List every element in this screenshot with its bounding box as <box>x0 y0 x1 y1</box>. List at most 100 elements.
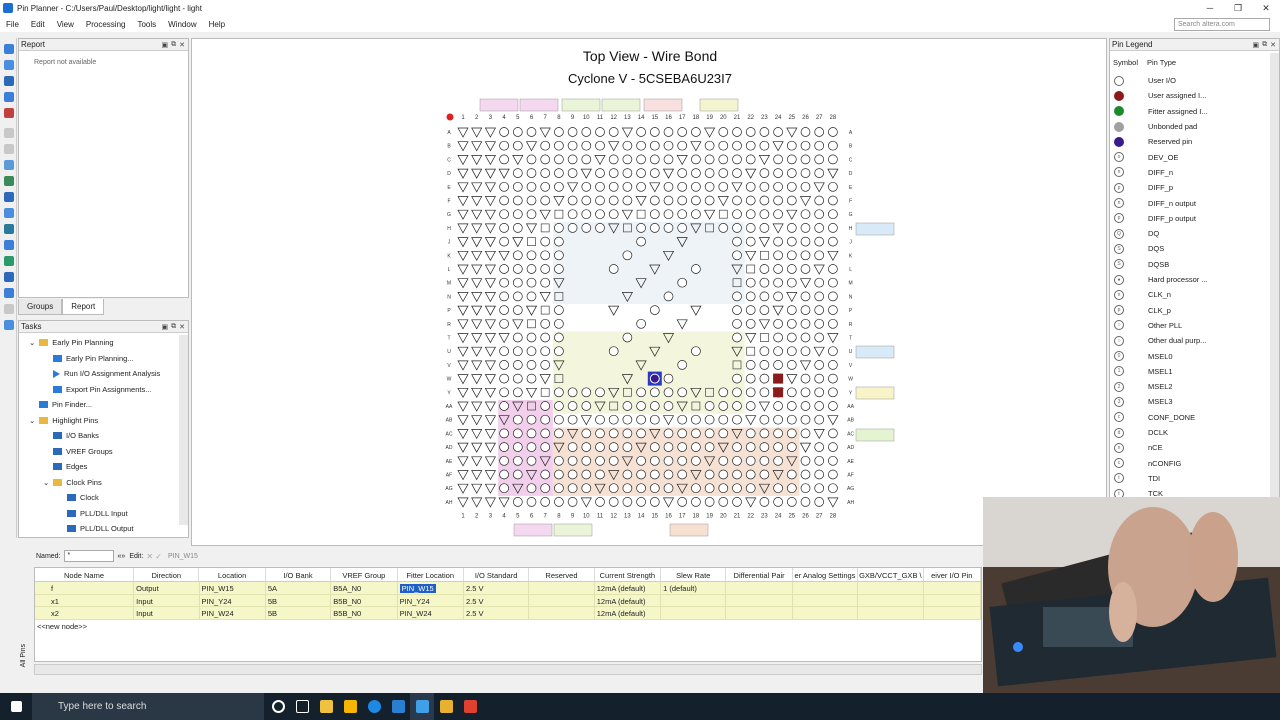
task-item[interactable]: I/O Banks <box>19 428 179 444</box>
io-pin[interactable] <box>499 455 509 466</box>
io-pin[interactable] <box>499 387 509 398</box>
io-pin[interactable] <box>759 168 770 178</box>
io-pin[interactable] <box>786 497 797 507</box>
io-pin[interactable] <box>814 209 825 220</box>
column-header[interactable]: Fitter Location <box>398 568 464 581</box>
io-pin[interactable] <box>759 127 770 137</box>
power-pin[interactable] <box>457 429 469 440</box>
minimize-button[interactable]: ─ <box>1196 3 1224 13</box>
io-pin[interactable] <box>581 442 592 452</box>
io-pin[interactable] <box>512 360 523 370</box>
io-pin[interactable] <box>828 209 838 220</box>
io-pin[interactable] <box>814 168 825 178</box>
power-pin[interactable] <box>553 196 565 207</box>
io-pin[interactable] <box>718 387 729 398</box>
io-pin[interactable] <box>773 277 783 288</box>
io-pin[interactable] <box>636 469 646 480</box>
io-pin[interactable] <box>732 223 742 233</box>
io-pin[interactable] <box>540 469 551 480</box>
power-pin[interactable] <box>471 168 483 179</box>
io-pin[interactable] <box>814 291 825 302</box>
io-pin[interactable] <box>663 140 674 151</box>
io-pin[interactable] <box>814 469 825 480</box>
io-pin[interactable] <box>499 305 509 315</box>
io-pin[interactable] <box>581 455 592 466</box>
io-pin[interactable] <box>540 250 551 261</box>
io-pin[interactable] <box>595 469 605 480</box>
io-pin[interactable] <box>499 195 509 206</box>
named-input[interactable]: * <box>63 550 114 562</box>
io-pin[interactable] <box>649 209 660 220</box>
io-pin[interactable] <box>567 414 578 425</box>
io-pin[interactable] <box>526 127 537 137</box>
io-pin[interactable] <box>499 181 509 192</box>
power-pin[interactable] <box>827 168 839 179</box>
io-pin[interactable] <box>581 469 592 480</box>
cell-slew[interactable] <box>661 607 727 619</box>
io-pin[interactable] <box>512 373 523 384</box>
io-pin[interactable] <box>828 373 838 384</box>
power-pin[interactable] <box>731 182 743 193</box>
cell-location[interactable]: PIN_W15 <box>200 582 266 594</box>
cell-current[interactable]: 12mA (default) <box>595 582 662 594</box>
power-pin[interactable] <box>457 237 469 248</box>
io-pin[interactable] <box>732 414 742 425</box>
io-pin[interactable] <box>814 127 825 137</box>
io-pin[interactable] <box>512 250 523 261</box>
cell-node[interactable]: f <box>35 582 135 594</box>
cell-reserved[interactable] <box>529 594 595 606</box>
column-header[interactable]: eiver I/O Pin <box>924 568 981 581</box>
io-pin[interactable] <box>786 360 797 370</box>
legend-row[interactable]: o DEV_OE <box>1110 150 1270 165</box>
io-bank-tag[interactable] <box>699 98 739 112</box>
highlight-icon[interactable] <box>4 160 14 170</box>
io-pin[interactable] <box>800 223 811 233</box>
power-pin[interactable] <box>690 141 702 152</box>
io-pin[interactable] <box>608 497 619 507</box>
io-pin[interactable] <box>704 469 715 480</box>
io-pin[interactable] <box>759 223 770 233</box>
io-pin[interactable] <box>732 209 742 220</box>
io-pin[interactable] <box>704 154 715 165</box>
io-pin[interactable] <box>499 346 509 357</box>
menu-tools[interactable]: Tools <box>131 20 162 29</box>
io-pin[interactable] <box>554 414 564 425</box>
cell-reserved[interactable] <box>529 582 595 594</box>
io-pin[interactable] <box>663 223 674 233</box>
power-pin[interactable] <box>484 182 496 193</box>
power-pin[interactable] <box>471 292 483 303</box>
task-item[interactable]: Run I/O Assignment Analysis <box>19 366 179 382</box>
power-pin[interactable] <box>758 319 770 330</box>
power-pin[interactable] <box>484 237 496 248</box>
io-pin[interactable] <box>677 277 688 288</box>
io-pin[interactable] <box>800 483 811 494</box>
io-pin[interactable] <box>800 387 811 398</box>
io-pin[interactable] <box>663 483 674 494</box>
io-pin[interactable] <box>759 181 770 192</box>
io-pin[interactable] <box>512 305 523 315</box>
power-pin[interactable] <box>484 483 496 494</box>
io-pin[interactable] <box>512 455 523 466</box>
io-pin[interactable] <box>691 414 701 425</box>
io-pin[interactable] <box>759 209 770 220</box>
io-pin[interactable] <box>567 401 578 411</box>
io-pin[interactable] <box>800 168 811 178</box>
power-pin[interactable] <box>512 237 524 248</box>
io-pin[interactable] <box>759 387 770 398</box>
io-pin[interactable] <box>527 237 536 246</box>
io-pin[interactable] <box>526 373 537 384</box>
io-pin[interactable] <box>649 401 660 411</box>
search-input[interactable]: Search altera.com <box>1174 18 1270 31</box>
io-pin[interactable] <box>581 223 592 233</box>
io-pin[interactable] <box>800 469 811 480</box>
power-pin[interactable] <box>471 237 483 248</box>
power-pin[interactable] <box>457 209 469 220</box>
io-pin[interactable] <box>773 154 783 165</box>
legend-row[interactable]: 1 MSEL1 <box>1110 364 1270 379</box>
power-pin[interactable] <box>498 497 510 508</box>
store-icon[interactable] <box>338 693 362 720</box>
cell-bank[interactable]: 5B <box>266 607 332 619</box>
legend-row[interactable]: p CLK_p <box>1110 303 1270 318</box>
io-pin[interactable] <box>512 346 523 357</box>
legend-row[interactable]: p DIFF_p output <box>1110 211 1270 226</box>
